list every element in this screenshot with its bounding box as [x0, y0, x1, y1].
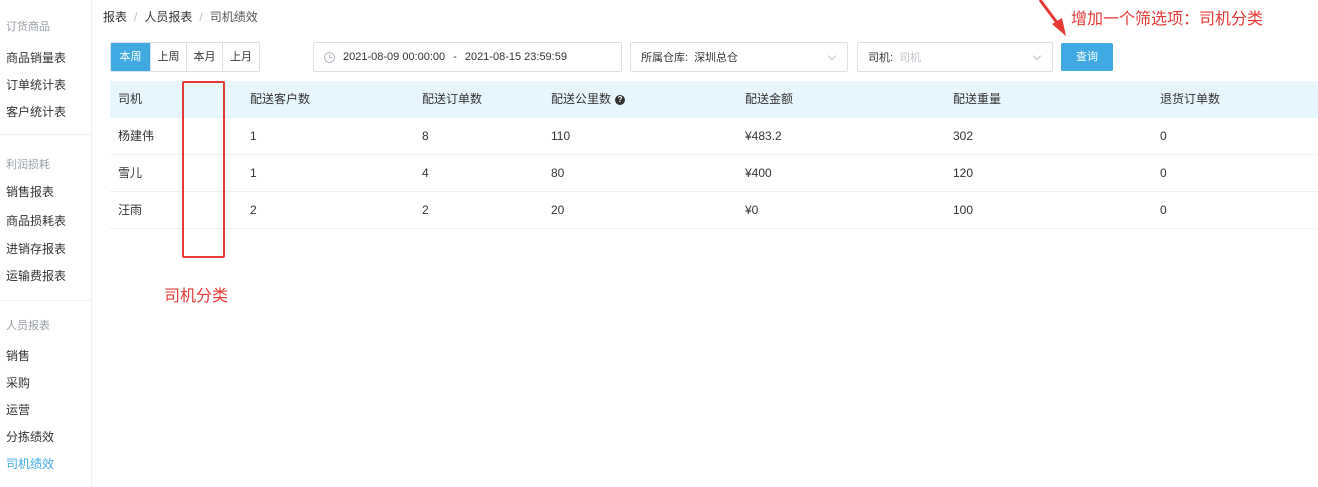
sidebar-item-sales[interactable]: 销售: [6, 347, 30, 364]
sidebar-group-title: 人员报表: [6, 320, 50, 332]
sidebar: 订货商品 商品销量表 订单统计表 客户统计表 利润损耗 销售报表 商品损耗表 进…: [0, 0, 92, 487]
cell-returns: 0: [1160, 129, 1167, 143]
cell-customers: 1: [250, 166, 257, 180]
cell-driver: 汪雨: [118, 203, 143, 217]
driver-placeholder: 司机: [899, 52, 922, 64]
cell-returns: 0: [1160, 166, 1167, 180]
sidebar-item-customer-stats[interactable]: 客户统计表: [6, 103, 66, 120]
driver-select[interactable]: 司机: 司机: [857, 42, 1053, 72]
cell-driver: 杨建伟: [118, 129, 155, 143]
driver-label: 司机:: [868, 52, 894, 64]
breadcrumb-item-staff-reports[interactable]: 人员报表: [144, 10, 192, 24]
sidebar-item-sales-report[interactable]: 销售报表: [6, 183, 54, 200]
sidebar-item-operations[interactable]: 运营: [6, 401, 30, 418]
table-row: 汪雨 2 2 20 ¥0 100 0: [110, 192, 1318, 229]
column-header-customers: 配送客户数: [250, 92, 311, 106]
column-header-amount: 配送金额: [745, 92, 794, 106]
warehouse-select[interactable]: 所属仓库: 深圳总仓: [630, 42, 848, 72]
cell-weight: 120: [953, 166, 974, 180]
annotation-top-note: 增加一个筛选项：司机分类: [1071, 11, 1264, 28]
sidebar-group-title: 订货商品: [6, 21, 50, 33]
cell-customers: 2: [250, 203, 257, 217]
breadcrumb-separator: /: [134, 10, 138, 24]
sidebar-item-inventory-report[interactable]: 进销存报表: [6, 240, 66, 257]
cell-orders: 2: [422, 203, 429, 217]
cell-amount: ¥0: [745, 203, 759, 217]
cell-orders: 8: [422, 129, 429, 143]
table-row: 杨建伟 1 8 110 ¥483.2 302 0: [110, 118, 1318, 155]
column-header-driver: 司机: [118, 92, 143, 106]
cell-driver: 雪儿: [118, 166, 143, 180]
warehouse-label: 所属仓库:: [641, 52, 689, 64]
date-separator: -: [453, 51, 457, 63]
sidebar-divider: [0, 134, 92, 135]
cell-weight: 100: [953, 203, 974, 217]
sidebar-group-title: 利润损耗: [6, 159, 50, 171]
cell-amount: ¥483.2: [745, 129, 782, 143]
arrow-icon: [1038, 0, 1066, 36]
date-end: 2021-08-15 23:59:59: [464, 51, 567, 63]
cell-customers: 1: [250, 129, 257, 143]
driver-performance-table: 司机 配送客户数 配送订单数 配送公里数? 配送金额 配送重量 退货订单数 杨建…: [110, 81, 1318, 229]
cell-distance: 80: [551, 166, 565, 180]
date-range-buttons: 本周 上周 本月 上月: [110, 42, 260, 72]
sidebar-item-purchasing[interactable]: 采购: [6, 374, 30, 391]
column-header-returns: 退货订单数: [1160, 92, 1221, 106]
column-header-distance: 配送公里数?: [551, 81, 626, 118]
sidebar-item-loss-report[interactable]: 商品损耗表: [6, 212, 66, 229]
cell-distance: 20: [551, 203, 565, 217]
breadcrumb-item-reports[interactable]: 报表: [103, 10, 127, 24]
range-last-week-button[interactable]: 上周: [151, 43, 187, 71]
date-start: 2021-08-09 00:00:00: [343, 51, 446, 63]
range-last-month-button[interactable]: 上月: [223, 43, 259, 71]
cell-weight: 302: [953, 129, 974, 143]
sidebar-item-driver-performance[interactable]: 司机绩效: [6, 455, 54, 472]
sidebar-divider: [0, 300, 92, 301]
query-button[interactable]: 查询: [1061, 43, 1113, 71]
annotation-column-label: 司机分类: [164, 288, 229, 305]
table-row: 雪儿 1 4 80 ¥400 120 0: [110, 155, 1318, 192]
help-icon[interactable]: ?: [615, 94, 626, 105]
cell-distance: 110: [551, 129, 571, 143]
cell-orders: 4: [422, 166, 429, 180]
breadcrumb-separator: /: [199, 10, 203, 24]
cell-returns: 0: [1160, 203, 1167, 217]
column-header-orders: 配送订单数: [422, 92, 483, 106]
chevron-down-icon: [827, 51, 837, 61]
sidebar-item-freight-report[interactable]: 运输费报表: [6, 267, 66, 284]
warehouse-value: 深圳总仓: [694, 52, 739, 64]
breadcrumb-item-current: 司机绩效: [209, 10, 258, 24]
range-this-month-button[interactable]: 本月: [187, 43, 223, 71]
table-header: 司机 配送客户数 配送订单数 配送公里数? 配送金额 配送重量 退货订单数: [110, 81, 1318, 118]
annotation-highlight-box: [182, 81, 225, 258]
range-this-week-button[interactable]: 本周: [111, 43, 151, 71]
sidebar-item-order-stats[interactable]: 订单统计表: [6, 76, 66, 93]
chevron-down-icon: [1032, 51, 1042, 61]
date-range-picker[interactable]: 2021-08-09 00:00:00 - 2021-08-15 23:59:5…: [313, 42, 622, 72]
column-header-weight: 配送重量: [953, 92, 1002, 106]
sidebar-item-sorting-performance[interactable]: 分拣绩效: [6, 428, 54, 445]
column-header-distance-label: 配送公里数: [551, 92, 612, 106]
cell-amount: ¥400: [745, 166, 772, 180]
sidebar-item-product-sales[interactable]: 商品销量表: [6, 49, 66, 66]
clock-icon: [324, 51, 335, 63]
breadcrumb: 报表 / 人员报表 / 司机绩效: [103, 8, 258, 25]
